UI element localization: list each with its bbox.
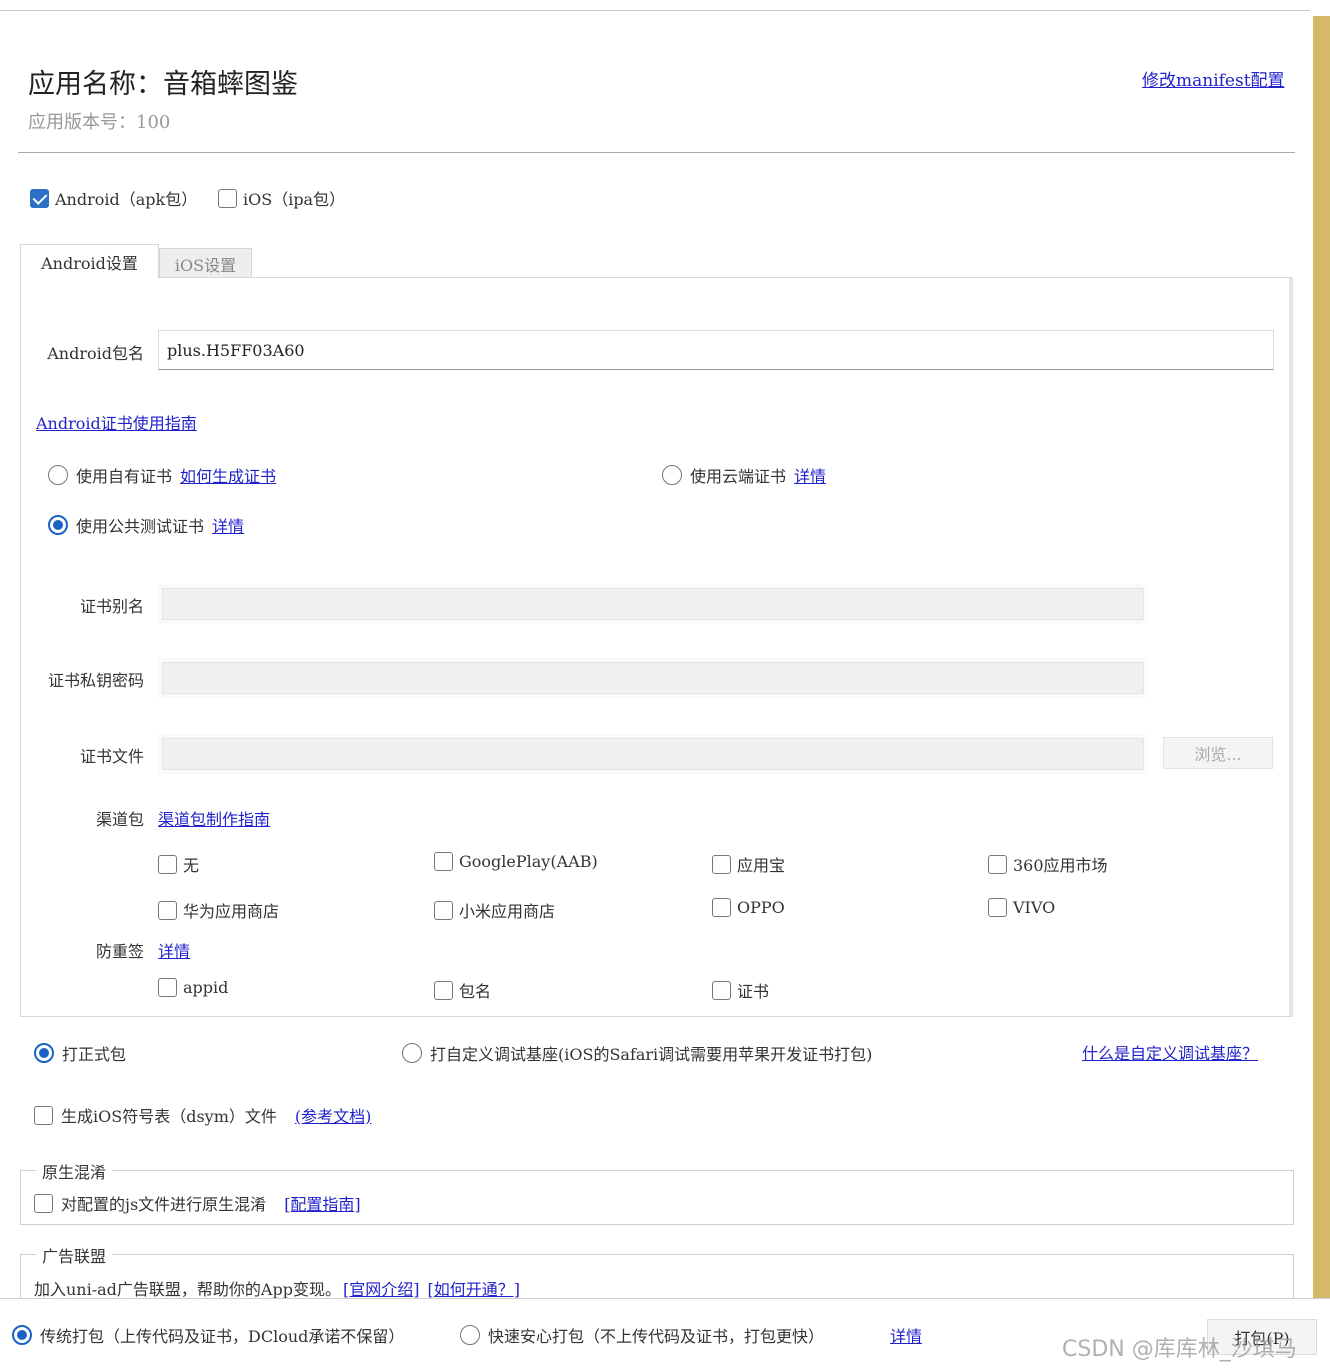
custom-base-radio[interactable]: 打自定义调试基座(iOS的Safari调试需要用苹果开发证书打包) [402,1041,872,1065]
header-divider [18,152,1295,153]
cloud-cert-details-link[interactable]: 详情 [794,463,826,487]
app-version: 应用版本号：100 [28,112,171,133]
channel-yingyongbao-checkbox[interactable]: 应用宝 [712,852,785,876]
how-to-generate-cert-link[interactable]: 如何生成证书 [180,463,276,487]
package-name-input[interactable]: plus.H5FF03A60 [158,330,1274,370]
cert-alias-input[interactable] [158,584,1148,624]
checkbox-icon[interactable] [434,980,453,1000]
radio-icon[interactable] [662,465,682,485]
edit-manifest-link[interactable]: 修改manifest配置 [1142,66,1285,91]
radio-checked-icon[interactable] [34,1043,54,1063]
checkbox-icon[interactable] [434,900,453,920]
anti-resign-cert-checkbox[interactable]: 证书 [712,978,769,1002]
app-name-title: 应用名称：音箱蟀图鉴 [28,69,298,100]
channel-none-checkbox[interactable]: 无 [158,852,199,876]
native-obfuscation-legend: 原生混淆 [36,1159,113,1183]
cert-key-password-input[interactable] [158,658,1148,698]
checkbox-icon[interactable] [988,854,1007,874]
checkbox-icon[interactable] [988,898,1007,917]
cert-key-password-label: 证书私钥密码 [47,671,144,690]
cert-file-label: 证书文件 [79,747,144,766]
radio-icon[interactable] [460,1325,480,1345]
checkbox-icon[interactable] [218,188,237,208]
platform-android-checkbox[interactable]: Android（apk包） [30,186,197,210]
cloud-cert-radio[interactable]: 使用云端证书 详情 [662,463,826,487]
fast-pack-radio[interactable]: 快速安心打包（不上传代码及证书，打包更快） [460,1323,824,1347]
own-cert-radio[interactable]: 使用自有证书 如何生成证书 [48,463,276,487]
checkbox-icon[interactable] [712,898,731,917]
checkbox-icon[interactable] [434,852,453,871]
channel-360-checkbox[interactable]: 360应用市场 [988,852,1108,876]
anti-resign-details-link[interactable]: 详情 [158,938,190,962]
what-is-custom-base-link[interactable]: 什么是自定义调试基座？ [1082,1040,1258,1064]
checkbox-icon[interactable] [158,900,177,920]
obfuscation-guide-link[interactable]: [配置指南] [284,1191,361,1215]
checkbox-icon[interactable] [158,978,177,997]
channel-googleplay-checkbox[interactable]: GooglePlay(AAB) [434,852,598,871]
checkbox-icon[interactable] [712,980,731,1000]
channel-oppo-checkbox[interactable]: OPPO [712,898,785,917]
native-obfuscation-checkbox[interactable]: 对配置的js文件进行原生混淆 [配置指南] [34,1191,361,1215]
channel-guide-link[interactable]: 渠道包制作指南 [158,806,270,830]
platform-ios-checkbox[interactable]: iOS（ipa包） [218,186,345,210]
cert-file-input[interactable] [158,734,1148,774]
tab-android-settings[interactable]: Android设置 [20,244,159,278]
tab-ios-settings[interactable]: iOS设置 [159,248,252,278]
anti-resign-package-checkbox[interactable]: 包名 [434,978,491,1002]
checkbox-checked-icon[interactable] [30,188,49,208]
checkbox-icon[interactable] [34,1193,53,1213]
radio-icon[interactable] [402,1043,422,1063]
checkbox-icon[interactable] [158,854,177,874]
anti-resign-appid-checkbox[interactable]: appid [158,978,228,997]
public-cert-radio[interactable]: 使用公共测试证书 详情 [48,513,244,537]
ad-union-text: 加入uni-ad广告联盟，帮助你的App变现。 [官网介绍] [如何开通？] [34,1276,520,1300]
channel-vivo-checkbox[interactable]: VIVO [988,898,1055,917]
channel-xiaomi-checkbox[interactable]: 小米应用商店 [434,898,555,922]
checkbox-icon[interactable] [34,1105,53,1125]
public-cert-details-link[interactable]: 详情 [212,513,244,537]
checkbox-icon[interactable] [712,854,731,874]
top-divider [0,10,1310,11]
ad-official-intro-link[interactable]: [官网介绍] [343,1276,420,1300]
package-name-label: Android包名 [47,344,144,363]
traditional-pack-radio[interactable]: 传统打包（上传代码及证书，DCloud承诺不保留） [12,1323,404,1347]
ad-how-to-enable-link[interactable]: [如何开通？] [427,1276,520,1300]
pack-details-link[interactable]: 详情 [890,1323,922,1347]
browse-button[interactable]: 浏览... [1163,737,1273,769]
radio-checked-icon[interactable] [48,515,68,535]
scrollbar-thumb[interactable] [1313,16,1330,1316]
channel-label: 渠道包 [95,810,144,829]
radio-icon[interactable] [48,465,68,485]
android-cert-guide-link[interactable]: Android证书使用指南 [36,410,197,434]
formal-package-radio[interactable]: 打正式包 [34,1041,126,1065]
csdn-watermark: CSDN @库库林_沙琪马 [1062,1337,1297,1362]
anti-resign-label: 防重签 [95,942,144,961]
channel-huawei-checkbox[interactable]: 华为应用商店 [158,898,279,922]
cert-alias-label: 证书别名 [79,597,144,616]
ad-union-legend: 广告联盟 [36,1243,113,1267]
radio-checked-icon[interactable] [12,1325,32,1345]
dsym-checkbox[interactable]: 生成iOS符号表（dsym）文件 (参考文档) [34,1103,371,1127]
dsym-reference-link[interactable]: (参考文档) [295,1103,372,1127]
